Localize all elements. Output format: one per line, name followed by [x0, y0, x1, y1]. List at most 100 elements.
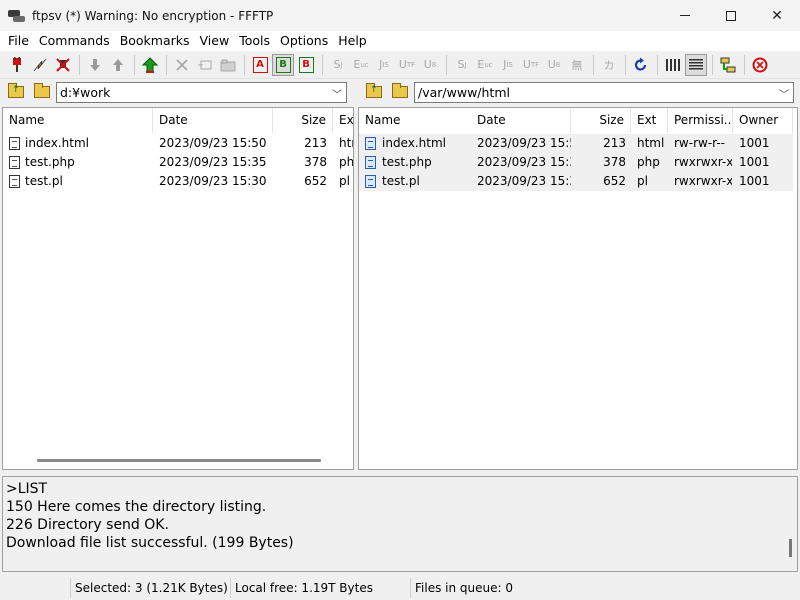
table-row[interactable]: test.php 2023/09/23 15:35 378 ph	[3, 153, 353, 172]
list-view-button[interactable]	[662, 54, 684, 76]
ascii-mode-label: A	[252, 56, 268, 73]
ascii-mode-button[interactable]: A	[249, 54, 271, 76]
kana-conversion-button[interactable]: カ	[598, 54, 620, 76]
delete-button[interactable]	[171, 54, 193, 76]
column-header-date[interactable]: Date	[153, 108, 273, 133]
log-line: Download file list successful. (199 Byte…	[6, 535, 294, 551]
local-kanji-utf8n-label: U	[522, 58, 531, 71]
file-date: 2023/09/23 15:35	[477, 155, 571, 169]
file-ext: php	[637, 155, 660, 169]
sync-folders-button[interactable]	[717, 54, 739, 76]
column-header-ext[interactable]: Ext	[631, 108, 668, 133]
table-row[interactable]: test.pl 2023/09/23 15:30 652 pl rwxrwxr-…	[359, 172, 793, 191]
table-row[interactable]: test.php 2023/09/23 15:35 378 php rwxrwx…	[359, 153, 793, 172]
detail-view-button[interactable]	[685, 53, 707, 76]
close-button[interactable]: ✕	[754, 0, 800, 31]
menu-commands[interactable]: Commands	[34, 31, 115, 51]
local-file-list[interactable]: Name Date Size Ext index.html 2023/09/23…	[2, 107, 354, 470]
detail-view-icon	[689, 58, 703, 69]
mirror-upload-button[interactable]	[139, 54, 161, 76]
menu-tools[interactable]: Tools	[234, 31, 275, 51]
host-kanji-sjis-button[interactable]: SJ	[327, 54, 349, 76]
remote-path-combo[interactable]: /var/www/html ﹀	[414, 81, 794, 103]
kana-conversion-label: カ	[603, 58, 615, 72]
table-row[interactable]: test.pl 2023/09/23 15:30 652 pl	[3, 172, 353, 191]
file-owner: 1001	[739, 136, 770, 150]
refresh-button[interactable]	[630, 54, 652, 76]
local-up-folder-button[interactable]: ↑	[6, 82, 26, 102]
menu-file[interactable]: File	[3, 31, 34, 51]
maximize-button[interactable]	[708, 0, 754, 31]
status-queue: Files in queue: 0	[410, 578, 610, 598]
menu-bookmarks[interactable]: Bookmarks	[115, 31, 195, 51]
remote-up-folder-button[interactable]: ↑	[364, 82, 384, 102]
local-kanji-euc-button[interactable]: Euc	[474, 54, 496, 76]
local-open-folder-button[interactable]	[32, 82, 52, 102]
column-header-owner[interactable]: Owner	[733, 108, 793, 133]
host-kanji-euc-button[interactable]: Euc	[350, 54, 372, 76]
download-button[interactable]	[84, 54, 106, 76]
file-date: 2023/09/23 15:30	[159, 174, 267, 188]
local-path-combo[interactable]: d:¥work ﹀	[56, 81, 347, 103]
menu-options[interactable]: Options	[275, 31, 333, 51]
column-header-ext[interactable]: Ext	[333, 108, 353, 133]
host-kanji-jis-button[interactable]: J IS	[373, 54, 395, 76]
folder-up-icon: ↑	[8, 83, 24, 98]
toolbar-separator	[593, 54, 594, 75]
local-kanji-utf8bom-button[interactable]: U8	[543, 54, 565, 76]
file-permission: rwxrwxr-x	[674, 155, 732, 169]
toolbar-separator	[744, 54, 745, 75]
column-header-date[interactable]: Date	[471, 108, 571, 133]
remote-file-list[interactable]: Name Date Size Ext Permissi... Owner ind…	[358, 107, 798, 470]
toolbar-separator	[657, 54, 658, 75]
column-header-name[interactable]: Name	[3, 108, 153, 133]
file-name: test.php	[25, 155, 75, 169]
remote-open-folder-button[interactable]	[390, 82, 410, 102]
vertical-scrollbar[interactable]	[789, 539, 792, 557]
local-kanji-utf8bom-label: U	[547, 58, 556, 71]
folder-up-icon: ↑	[366, 83, 382, 98]
no-kanji-conversion-button[interactable]: 無	[566, 54, 588, 76]
file-name: index.html	[25, 136, 89, 150]
upload-button[interactable]	[107, 54, 129, 76]
local-kanji-sjis-button[interactable]: SJ	[451, 54, 473, 76]
minimize-button[interactable]	[662, 0, 708, 31]
host-kanji-utf8bom-button[interactable]: U8	[419, 54, 441, 76]
mirror-upload-icon	[141, 56, 159, 73]
local-kanji-jis-button[interactable]: J IS	[497, 54, 519, 76]
mkdir-button[interactable]	[217, 54, 239, 76]
table-row[interactable]: index.html 2023/09/23 15:50 213 html rw-…	[359, 134, 793, 153]
log-line: >LIST	[6, 481, 48, 497]
connect-button[interactable]	[6, 54, 28, 76]
host-kanji-utf8n-button[interactable]: U TF	[396, 54, 418, 76]
no-kanji-conversion-label: 無	[571, 58, 583, 72]
file-name: test.pl	[382, 174, 420, 188]
local-kanji-utf8n-button[interactable]: U TF	[520, 54, 542, 76]
close-icon: ✕	[771, 7, 783, 24]
stop-button[interactable]	[749, 54, 771, 76]
binary-mode-button[interactable]: B	[272, 53, 294, 76]
table-row[interactable]: index.html 2023/09/23 15:50 213 htı	[3, 134, 353, 153]
message-log[interactable]: >LIST 150 Here comes the directory listi…	[2, 476, 798, 572]
menu-view[interactable]: View	[195, 31, 235, 51]
status-bar: Selected: 3 (1.21K Bytes) Local free: 1.…	[0, 576, 800, 600]
rename-button[interactable]	[194, 54, 216, 76]
toolbar-separator	[134, 54, 135, 75]
remote-path-bar: ↑ /var/www/html ﹀	[358, 80, 800, 104]
column-header-size[interactable]: Size	[571, 108, 631, 133]
file-ext: pl	[637, 174, 648, 188]
local-path-bar: ↑ d:¥work ﹀	[0, 80, 356, 104]
quick-connect-button[interactable]	[29, 54, 51, 76]
file-size: 652	[304, 174, 327, 188]
menu-help[interactable]: Help	[333, 31, 372, 51]
horizontal-scrollbar[interactable]	[37, 459, 321, 462]
toolbar-separator	[625, 54, 626, 75]
disconnect-button[interactable]	[52, 54, 74, 76]
toolbar-separator	[446, 54, 447, 75]
column-header-size[interactable]: Size	[273, 108, 333, 133]
list-view-icon	[666, 58, 680, 71]
auto-mode-button[interactable]: B	[295, 54, 317, 76]
column-header-permission[interactable]: Permissi...	[668, 108, 733, 133]
host-kanji-utf8n-label: U	[398, 58, 407, 71]
title-bar: ftpsv (*) Warning: No encryption - FFFTP…	[0, 0, 800, 31]
